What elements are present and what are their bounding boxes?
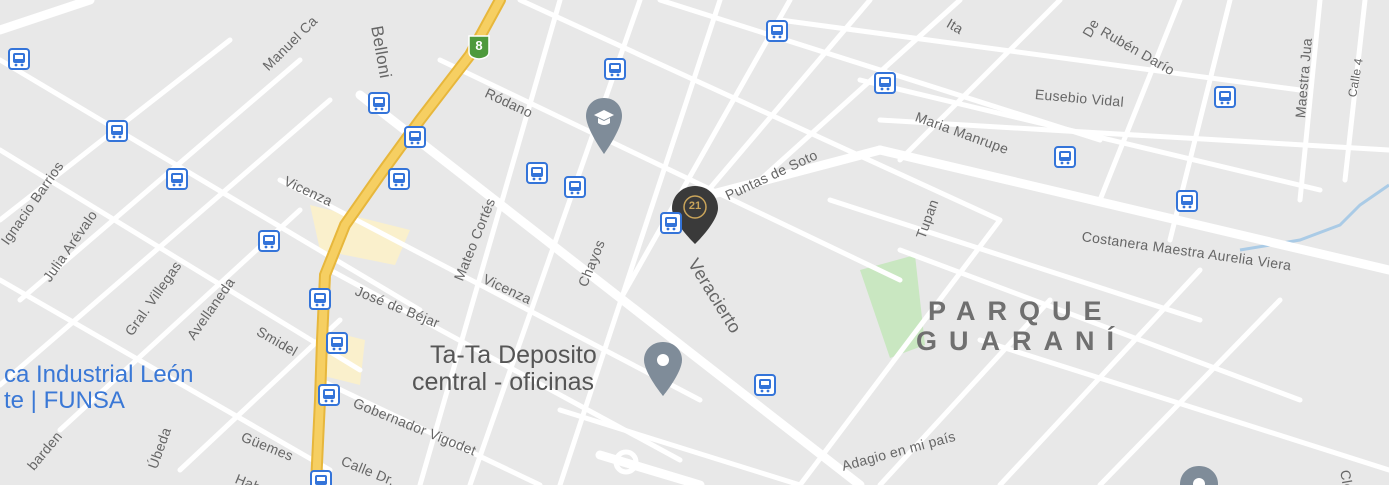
bus-stop-icon[interactable]: [318, 384, 340, 406]
place-label-line: Ta-Ta Deposito: [430, 341, 597, 369]
place-pin-icon: [1180, 466, 1218, 485]
place-pin[interactable]: [1178, 464, 1220, 485]
place-label-funsa[interactable]: ca Industrial León te | FUNSA: [4, 362, 193, 414]
bus-stop-icon[interactable]: [8, 48, 30, 70]
place-pin-icon: [644, 342, 682, 396]
bus-stop-icon[interactable]: [660, 212, 682, 234]
bus-stop-icon[interactable]: [604, 58, 626, 80]
bus-stop-icon[interactable]: [1214, 86, 1236, 108]
bus-stop-icon[interactable]: [388, 168, 410, 190]
bus-stop-icon[interactable]: [258, 230, 280, 252]
bus-stop-icon[interactable]: [106, 120, 128, 142]
school-pin[interactable]: [584, 96, 624, 161]
bus-stop-icon[interactable]: [766, 20, 788, 42]
bus-stop-icon[interactable]: [1176, 190, 1198, 212]
place-label-line: central - oficinas: [412, 368, 595, 396]
district-label-line: GUARANÍ: [916, 326, 1126, 356]
bus-stop-icon[interactable]: [326, 332, 348, 354]
place-label-line: ca Industrial León: [4, 361, 194, 388]
bus-stop-icon[interactable]: [404, 126, 426, 148]
marker-label: 21: [688, 200, 702, 212]
place-label-tata[interactable]: Ta-Ta Deposito central - oficinas: [412, 341, 597, 396]
place-pin[interactable]: [642, 340, 684, 403]
bus-stop-icon[interactable]: [874, 72, 896, 94]
route-shield-label: 8: [475, 38, 483, 53]
bus-stop-icon[interactable]: [166, 168, 188, 190]
bus-stop-icon[interactable]: [310, 470, 332, 485]
district-label-line: PARQUE: [928, 296, 1114, 326]
place-label-line: te | FUNSA: [4, 387, 125, 414]
map-canvas[interactable]: 8 Belloni Manuel Ca Ródano Vicenza Vicen…: [0, 0, 1389, 485]
route-8-shield: 8: [467, 34, 491, 60]
school-icon: [586, 98, 622, 154]
district-label: PARQUE GUARANÍ: [916, 296, 1126, 356]
bus-stop-icon[interactable]: [754, 374, 776, 396]
bus-stop-icon[interactable]: [526, 162, 548, 184]
bus-stop-icon[interactable]: [564, 176, 586, 198]
bus-stop-icon[interactable]: [1054, 146, 1076, 168]
bus-stop-icon[interactable]: [368, 92, 390, 114]
bus-stop-icon[interactable]: [309, 288, 331, 310]
